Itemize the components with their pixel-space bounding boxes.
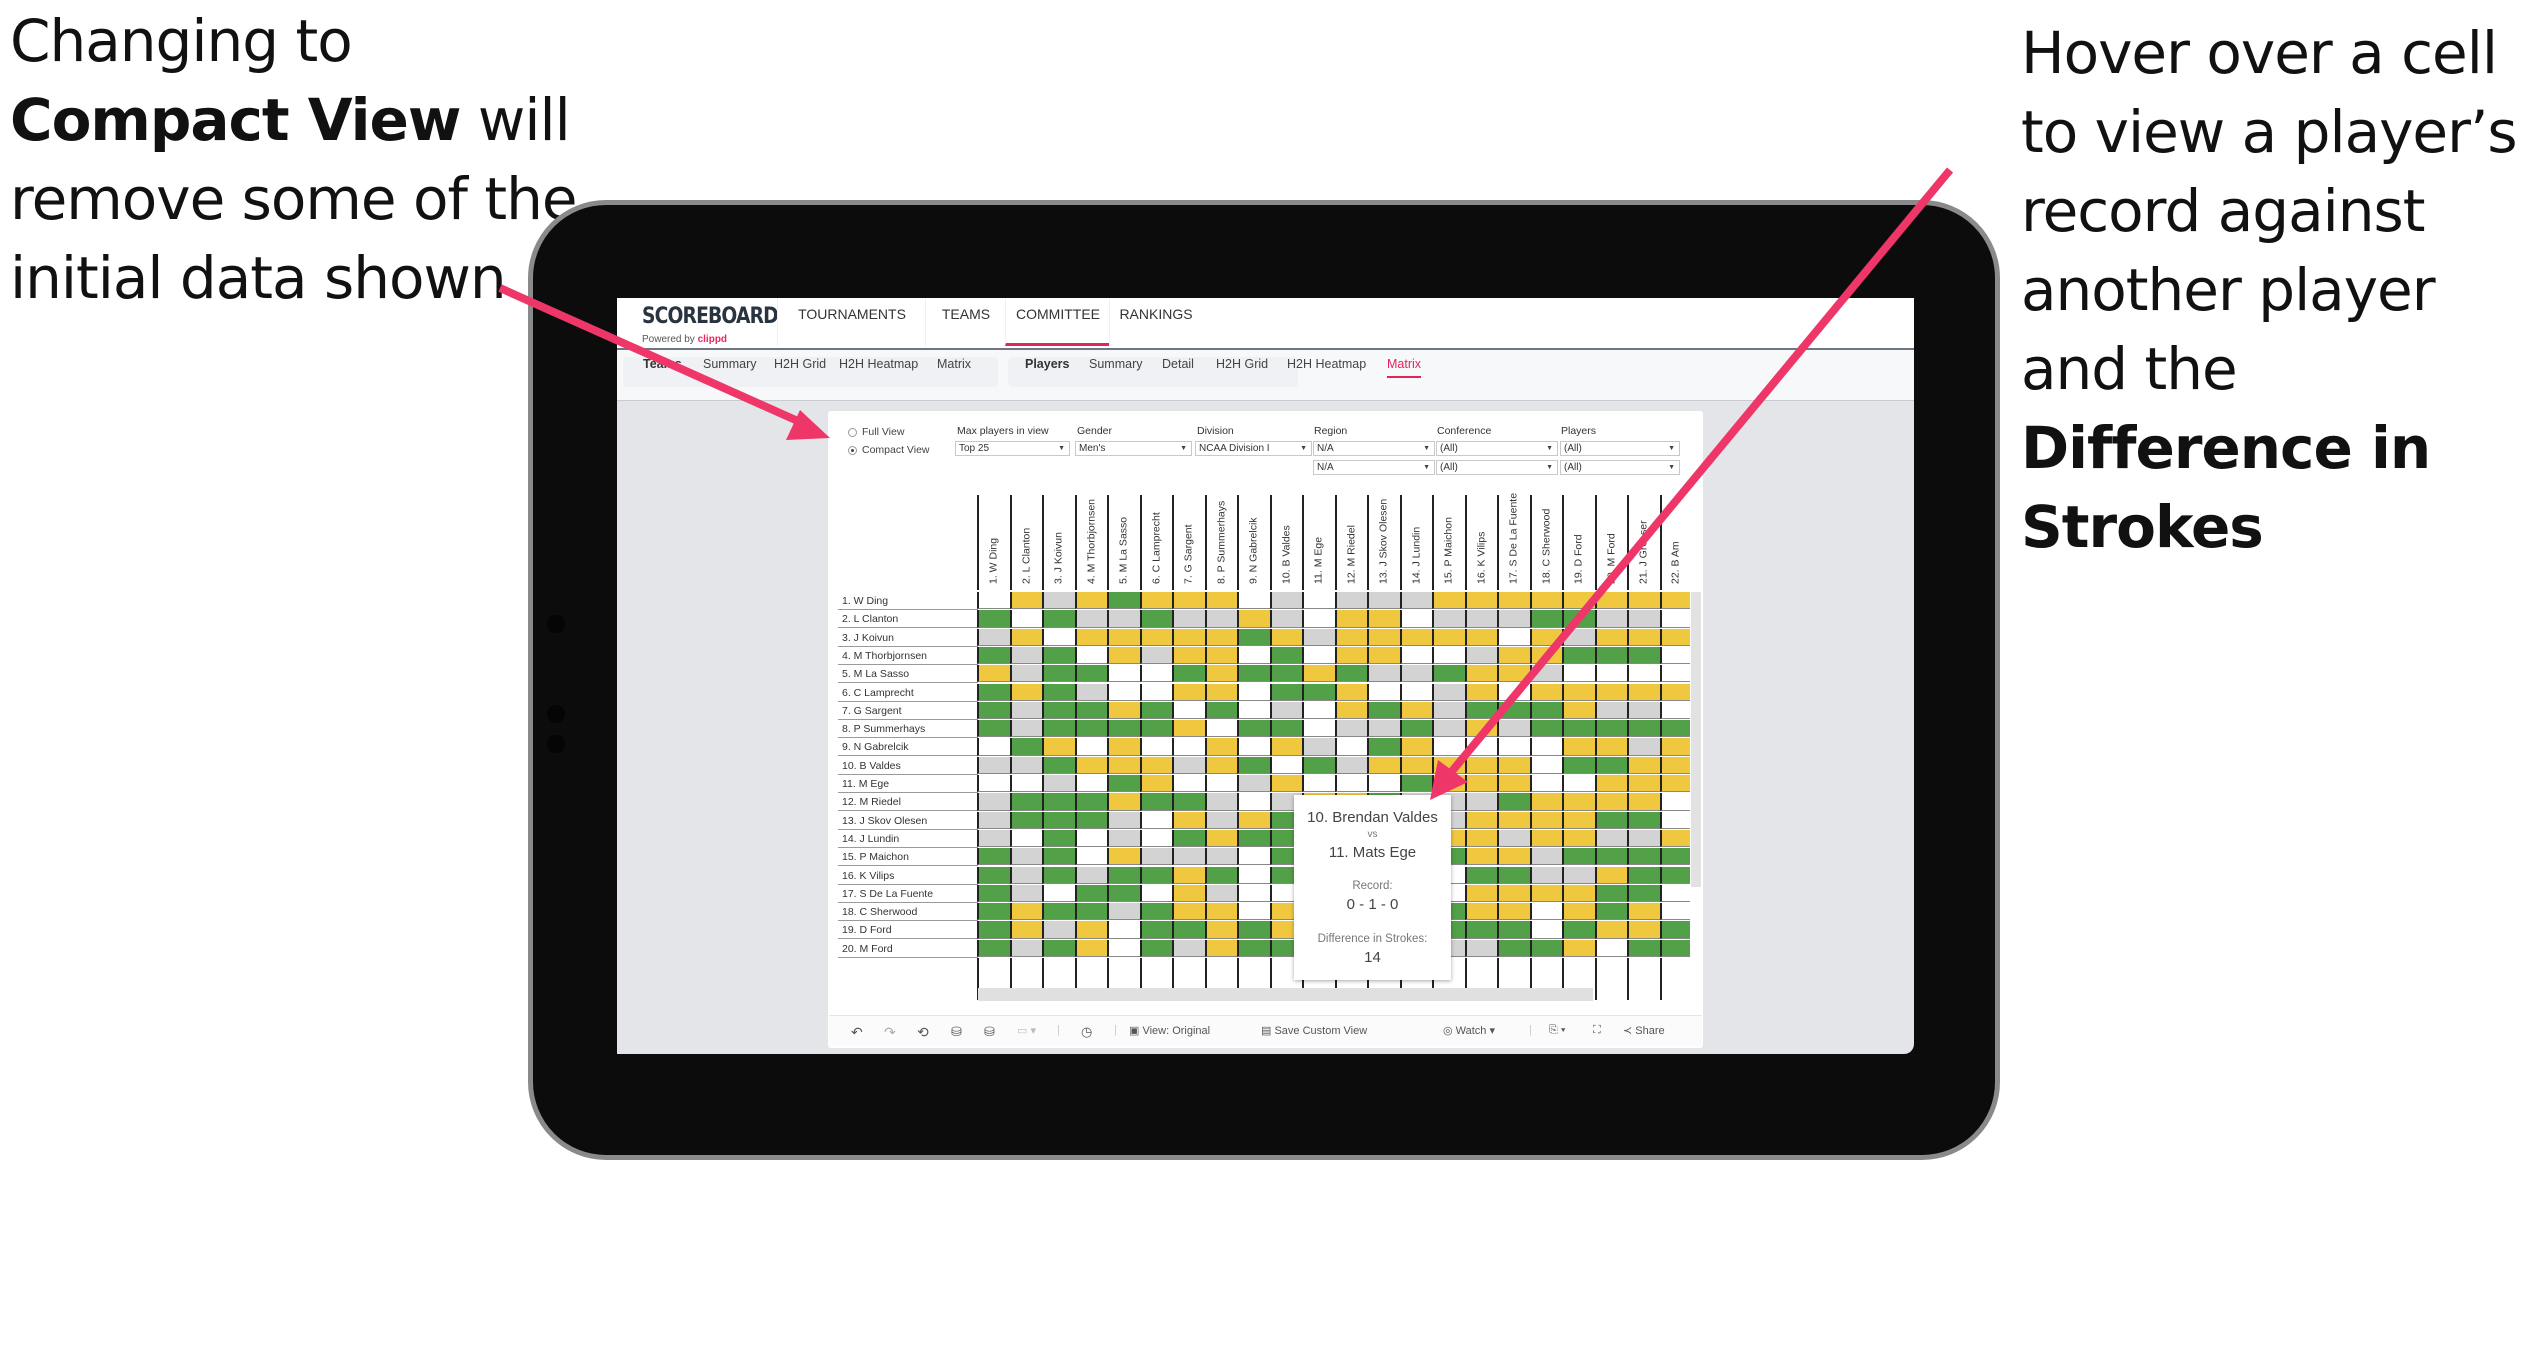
annotation-arrows xyxy=(498,167,1954,800)
arrow-line-left xyxy=(498,284,802,426)
arrow-line-right xyxy=(1444,167,1954,779)
arrow-head-right xyxy=(1430,760,1468,800)
